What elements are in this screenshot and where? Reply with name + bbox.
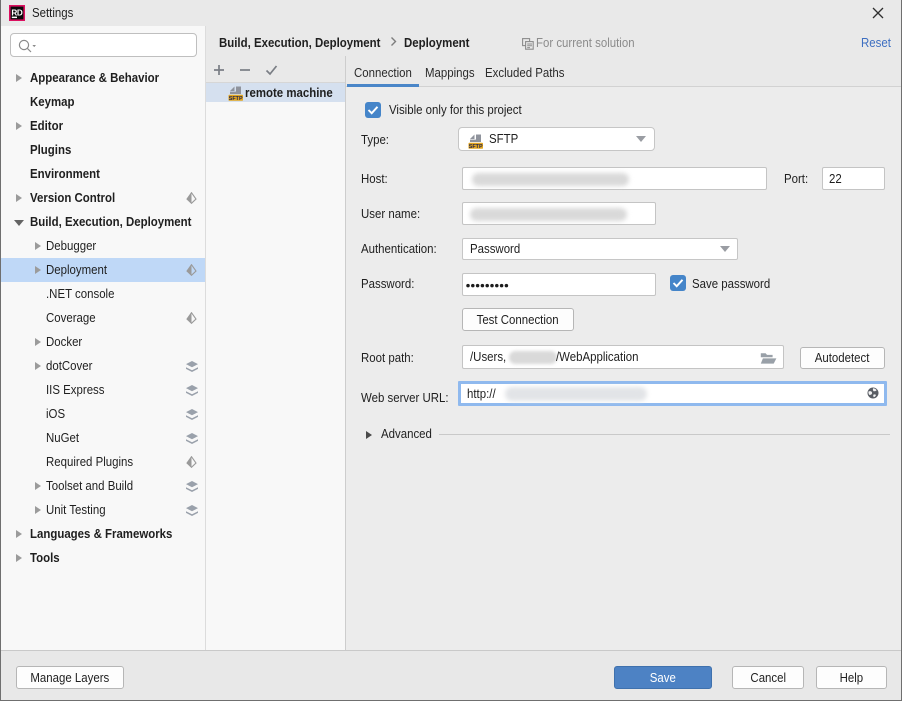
- svg-text:RD: RD: [11, 8, 23, 17]
- svg-text:SFTP: SFTP: [469, 144, 483, 149]
- svg-text:SFTP: SFTP: [229, 96, 243, 101]
